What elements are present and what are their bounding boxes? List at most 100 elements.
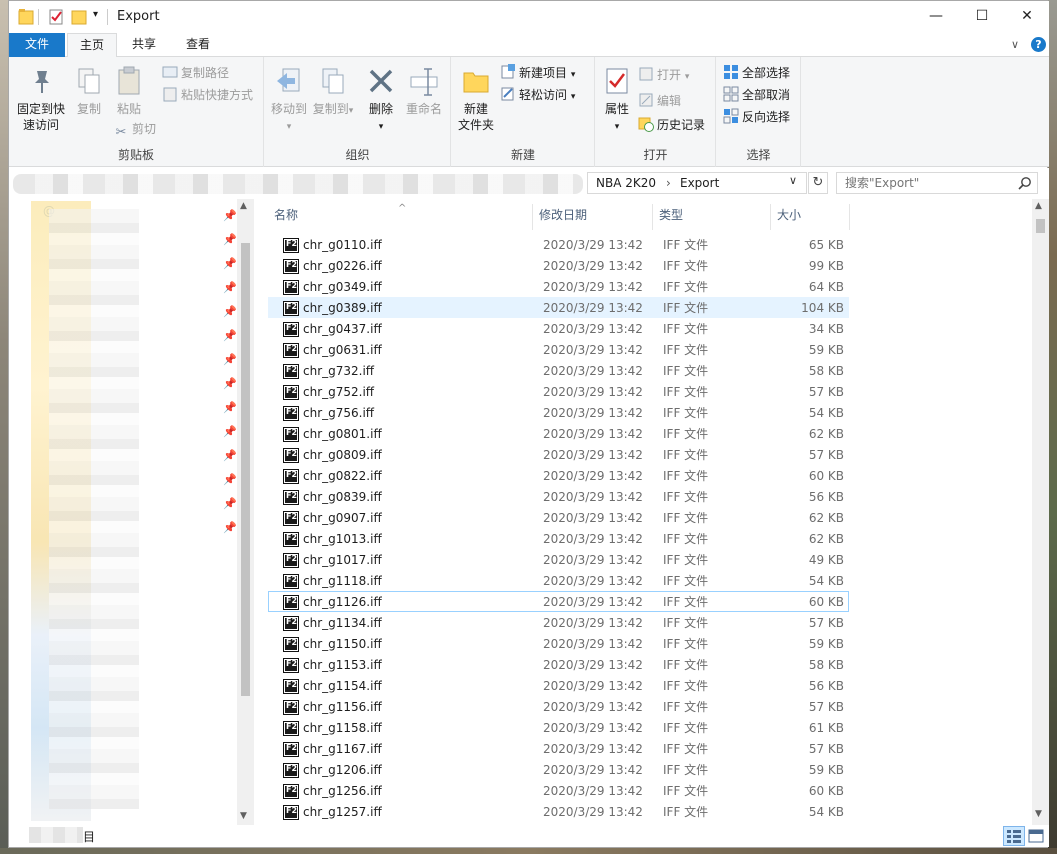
collapse-ribbon-icon[interactable]: ∨: [1011, 38, 1019, 51]
scroll-down-icon[interactable]: ▼: [1035, 809, 1042, 819]
properties-quick-icon[interactable]: [48, 8, 64, 26]
file-name: chr_g1150.iff: [303, 637, 382, 651]
history-button[interactable]: 历史记录: [638, 115, 705, 135]
column-name-label: 名称: [274, 208, 299, 222]
scroll-up-icon[interactable]: ▲: [1035, 201, 1042, 211]
search-box[interactable]: [836, 172, 1038, 194]
new-item-button[interactable]: 新建项目 ▾: [500, 63, 575, 83]
file-list[interactable]: 名称 ^ 修改日期 类型 大小 chr_g0110.iff 2020/3/29 1…: [264, 199, 1032, 825]
file-date: 2020/3/29 13:42: [543, 553, 643, 567]
desktop-background-left: [0, 0, 8, 854]
file-row[interactable]: chr_g1126.iff 2020/3/29 13:42 IFF 文件 60 KB: [268, 591, 849, 612]
rename-button[interactable]: 重命名: [403, 65, 445, 117]
file-row[interactable]: chr_g0822.iff 2020/3/29 13:42 IFF 文件 60 KB: [268, 465, 849, 486]
copy-path-label: 复制路径: [181, 66, 230, 80]
rename-icon: [410, 68, 438, 96]
file-row[interactable]: chr_g0907.iff 2020/3/29 13:42 IFF 文件 62 KB: [268, 507, 849, 528]
copy-button[interactable]: 复制: [71, 65, 107, 117]
file-row[interactable]: chr_g1154.iff 2020/3/29 13:42 IFF 文件 56 KB: [268, 675, 849, 696]
properties-button[interactable]: 属性 ▾: [600, 65, 634, 135]
file-row[interactable]: chr_g1134.iff 2020/3/29 13:42 IFF 文件 57 KB: [268, 612, 849, 633]
nav-scroll-thumb[interactable]: [241, 243, 250, 696]
desktop-background-right: [1048, 0, 1057, 854]
file-row[interactable]: chr_g1257.iff 2020/3/29 13:42 IFF 文件 54 KB: [268, 801, 849, 822]
paste-shortcut-button[interactable]: 粘贴快捷方式: [162, 85, 253, 105]
pin-quick-access-button[interactable]: 固定到快 速访问: [15, 65, 67, 133]
file-row[interactable]: chr_g0631.iff 2020/3/29 13:42 IFF 文件 59 KB: [268, 339, 849, 360]
file-row[interactable]: chr_g1013.iff 2020/3/29 13:42 IFF 文件 62 KB: [268, 528, 849, 549]
refresh-button[interactable]: ↻: [808, 172, 828, 194]
desktop-background-bottom: [0, 848, 1057, 854]
file-row[interactable]: chr_g0110.iff 2020/3/29 13:42 IFF 文件 65 KB: [268, 234, 849, 255]
column-header-name[interactable]: 名称 ^: [268, 203, 533, 230]
paste-icon: [118, 66, 140, 95]
open-icon: [639, 67, 653, 81]
copy-path-button[interactable]: 复制路径: [162, 63, 229, 83]
file-row[interactable]: chr_g1153.iff 2020/3/29 13:42 IFF 文件 58 KB: [268, 654, 849, 675]
close-button[interactable]: ✕: [1004, 1, 1050, 31]
navigation-pane[interactable]: @ 📌 📌 📌 📌 📌 📌 📌 📌 📌 📌 📌 📌 📌 📌 ▲ ▼: [9, 199, 254, 829]
file-row[interactable]: chr_g1167.iff 2020/3/29 13:42 IFF 文件 57 KB: [268, 738, 849, 759]
file-row[interactable]: chr_g0839.iff 2020/3/29 13:42 IFF 文件 56 KB: [268, 486, 849, 507]
iff-file-icon: [283, 804, 299, 820]
file-row[interactable]: chr_g0801.iff 2020/3/29 13:42 IFF 文件 62 KB: [268, 423, 849, 444]
file-row[interactable]: chr_g0349.iff 2020/3/29 13:42 IFF 文件 64 KB: [268, 276, 849, 297]
maximize-button[interactable]: ☐: [959, 1, 1005, 31]
file-row[interactable]: chr_g0809.iff 2020/3/29 13:42 IFF 文件 57 KB: [268, 444, 849, 465]
file-row[interactable]: chr_g1256.iff 2020/3/29 13:42 IFF 文件 60 KB: [268, 780, 849, 801]
file-row[interactable]: chr_g1118.iff 2020/3/29 13:42 IFF 文件 54 KB: [268, 570, 849, 591]
file-row[interactable]: chr_g752.iff 2020/3/29 13:42 IFF 文件 57 KB: [268, 381, 849, 402]
column-header-type[interactable]: 类型: [653, 204, 771, 230]
search-input[interactable]: [837, 173, 1007, 193]
delete-button[interactable]: 删除 ▾: [363, 65, 399, 135]
file-list-scrollbar[interactable]: ▲ ▼: [1032, 199, 1049, 825]
breadcrumb-separator[interactable]: ›: [666, 176, 671, 190]
edit-button[interactable]: 编辑: [638, 91, 681, 111]
breadcrumb-export[interactable]: Export: [680, 176, 719, 190]
file-row[interactable]: chr_g0437.iff 2020/3/29 13:42 IFF 文件 34 KB: [268, 318, 849, 339]
select-none-button[interactable]: 全部取消: [723, 85, 790, 105]
copy-to-button[interactable]: 复制到▾: [311, 65, 355, 119]
pin-icon: 📌: [223, 401, 237, 414]
breadcrumb-nba2k20[interactable]: NBA 2K20: [596, 176, 656, 190]
title-bar: ▾ Export — ☐ ✕: [9, 1, 1049, 33]
select-all-button[interactable]: 全部选择: [723, 63, 790, 83]
file-row[interactable]: chr_g732.iff 2020/3/29 13:42 IFF 文件 58 KB: [268, 360, 849, 381]
address-dropdown-icon[interactable]: ∨: [789, 174, 797, 187]
search-icon[interactable]: [1018, 176, 1032, 190]
column-header-size[interactable]: 大小: [771, 204, 850, 230]
large-icons-view-button[interactable]: [1025, 826, 1047, 846]
minimize-button[interactable]: —: [913, 1, 959, 31]
details-view-button[interactable]: [1003, 826, 1025, 846]
move-to-button[interactable]: 移动到 ▾: [269, 65, 309, 135]
paste-label: 粘贴: [116, 102, 141, 116]
paste-button[interactable]: 粘贴: [111, 65, 147, 117]
file-row[interactable]: chr_g1156.iff 2020/3/29 13:42 IFF 文件 57 KB: [268, 696, 849, 717]
file-row[interactable]: chr_g1017.iff 2020/3/29 13:42 IFF 文件 49 KB: [268, 549, 849, 570]
file-row[interactable]: chr_g1150.iff 2020/3/29 13:42 IFF 文件 59 KB: [268, 633, 849, 654]
tab-file[interactable]: 文件: [9, 33, 65, 57]
tab-home[interactable]: 主页: [67, 33, 117, 58]
cut-button[interactable]: ✂ 剪切: [113, 119, 156, 140]
column-header-date[interactable]: 修改日期: [533, 204, 653, 230]
tab-share[interactable]: 共享: [119, 33, 169, 57]
invert-selection-button[interactable]: 反向选择: [723, 107, 790, 127]
quick-access-dropdown-icon[interactable]: ▾: [93, 9, 98, 20]
file-row[interactable]: chr_g1158.iff 2020/3/29 13:42 IFF 文件 61 KB: [268, 717, 849, 738]
new-folder-button[interactable]: 新建 文件夹: [456, 65, 496, 133]
open-button[interactable]: 打开 ▾: [638, 65, 689, 85]
nav-scrollbar[interactable]: ▲ ▼: [237, 199, 254, 829]
file-row[interactable]: chr_g0389.iff 2020/3/29 13:42 IFF 文件 104 KB: [268, 297, 849, 318]
file-row[interactable]: chr_g756.iff 2020/3/29 13:42 IFF 文件 54 KB: [268, 402, 849, 423]
help-icon[interactable]: ?: [1031, 37, 1046, 52]
file-row[interactable]: chr_g0226.iff 2020/3/29 13:42 IFF 文件 99 KB: [268, 255, 849, 276]
new-folder-quick-icon[interactable]: [71, 8, 87, 26]
copy-to-label: 复制到: [312, 102, 349, 116]
scroll-up-icon[interactable]: ▲: [240, 201, 247, 211]
address-bar[interactable]: NBA 2K20 › Export ∨: [587, 172, 807, 194]
tab-view[interactable]: 查看: [173, 33, 223, 57]
scroll-down-icon[interactable]: ▼: [240, 811, 247, 821]
easy-access-button[interactable]: 轻松访问 ▾: [500, 85, 575, 105]
file-row[interactable]: chr_g1206.iff 2020/3/29 13:42 IFF 文件 59 KB: [268, 759, 849, 780]
file-list-scroll-thumb[interactable]: [1036, 219, 1045, 233]
